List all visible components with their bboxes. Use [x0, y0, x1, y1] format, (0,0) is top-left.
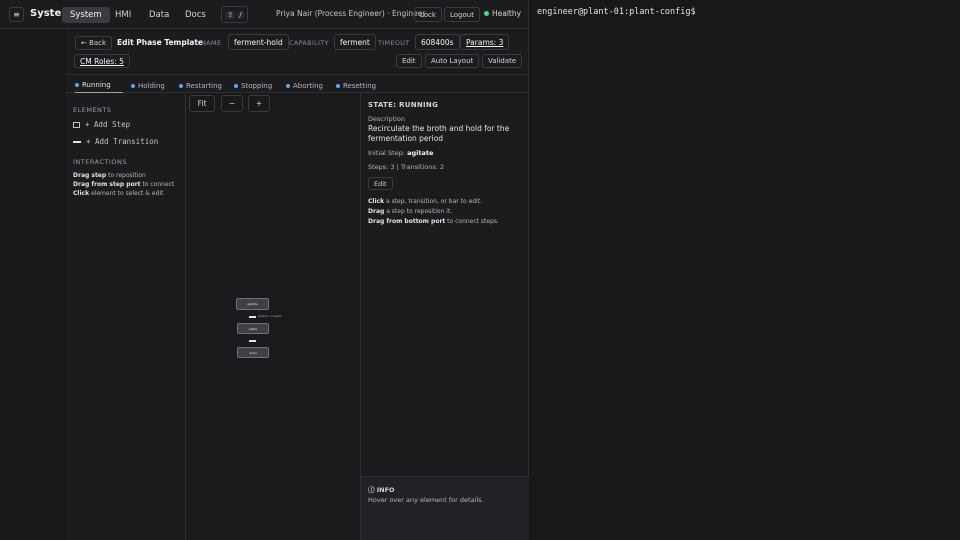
info-text: Hover over any element for details. — [368, 496, 484, 504]
transition-icon — [73, 140, 81, 143]
interaction-hint: Drag from step port to connect — [73, 181, 175, 188]
transition-bar[interactable] — [249, 340, 256, 342]
command-palette-shortcut[interactable]: ⇧ / — [221, 6, 248, 23]
auto-layout-button[interactable]: Auto Layout — [425, 54, 480, 68]
tab-holding[interactable]: Holding — [131, 78, 165, 93]
back-button[interactable]: ← Back — [75, 36, 113, 50]
terminal-prompt: engineer@plant-01:plant-config$ — [537, 7, 696, 17]
info-title: ⓘ INFO — [368, 486, 395, 494]
add-transition-label: + Add Transition — [86, 137, 159, 146]
add-step-button[interactable]: + Add Step — [73, 120, 130, 129]
restarting-dot-icon — [179, 83, 183, 88]
nav-tab-system[interactable]: System — [62, 7, 110, 23]
nav-tab-hmi[interactable]: HMI — [107, 7, 139, 23]
state-title: STATE: RUNNING — [368, 101, 439, 109]
holding-dot-icon — [131, 83, 135, 88]
phase-template-editor: ← Back Edit Phase Template NAME ferment-… — [66, 29, 529, 540]
tab-label: Resetting — [343, 81, 377, 90]
validate-button[interactable]: Validate — [482, 54, 523, 68]
tab-stopping[interactable]: Stopping — [234, 78, 272, 93]
running-dot-icon — [75, 83, 79, 87]
health-status: Healthy — [484, 9, 521, 18]
resetting-dot-icon — [336, 83, 340, 88]
interactions-heading: INTERACTIONS — [73, 158, 127, 166]
description-text: Recirculate the broth and hold for the f… — [368, 124, 510, 143]
lock-button[interactable]: Lock — [414, 7, 442, 22]
sfc-canvas[interactable]: Fit − + agitate agitation complete settl… — [186, 93, 360, 540]
timeout-label: TIMEOUT — [378, 39, 410, 47]
shift-key-icon: ⇧ — [225, 10, 236, 19]
timeout-field[interactable]: 608400s — [415, 34, 460, 50]
logout-button[interactable]: Logout — [444, 7, 480, 22]
capability-label: CAPABILITY — [289, 39, 329, 47]
interaction-hint: Click element to select & edit — [73, 190, 164, 197]
help-line: Click a step, transition, or bar to edit… — [368, 198, 483, 205]
zoom-in-button[interactable]: + — [248, 95, 270, 112]
help-line: Drag from bottom port to connect steps. — [368, 218, 499, 225]
state-tabs: Running Holding Restarting Stopping Abor… — [66, 75, 528, 93]
transition-label: agitation complete — [258, 315, 282, 318]
initial-step: Initial Step: agitate — [368, 149, 434, 157]
info-panel: ⓘ INFO Hover over any element for detail… — [361, 476, 529, 540]
slash-key: / — [237, 10, 244, 19]
cm-roles-link[interactable]: CM Roles: 5 — [74, 54, 130, 68]
edit-state-button[interactable]: Edit — [368, 177, 393, 190]
health-dot-icon — [484, 11, 489, 16]
transition-bar[interactable] — [249, 316, 256, 318]
tab-restarting[interactable]: Restarting — [179, 78, 222, 93]
tab-label: Holding — [138, 81, 165, 90]
editor-header: ← Back Edit Phase Template NAME ferment-… — [66, 29, 528, 75]
name-field[interactable]: ferment-hold — [228, 34, 289, 50]
user-label: Priya Nair (Process Engineer) · Engineer — [276, 9, 426, 18]
edit-button[interactable]: Edit — [396, 54, 422, 68]
tab-label: Running — [82, 81, 111, 89]
tab-label: Aborting — [293, 81, 323, 90]
step-transition-counts: Steps: 3 | Transitions: 2 — [368, 163, 445, 171]
tab-label: Restarting — [186, 81, 222, 90]
stopping-dot-icon — [234, 83, 238, 88]
fit-button[interactable]: Fit — [189, 95, 215, 112]
elements-heading: ELEMENTS — [73, 106, 112, 114]
params-link[interactable]: Params: 3 — [460, 34, 510, 50]
step-node-drain[interactable]: drain — [237, 347, 269, 358]
add-transition-button[interactable]: + Add Transition — [73, 137, 158, 146]
page-title: Edit Phase Template — [117, 38, 204, 47]
add-step-label: + Add Step — [85, 120, 131, 129]
menu-icon[interactable]: ≡ — [9, 7, 24, 22]
name-label: NAME — [201, 39, 222, 47]
initial-step-value: agitate — [407, 149, 434, 157]
description-label: Description — [368, 115, 406, 123]
properties-panel: STATE: RUNNING Description Recirculate t… — [360, 93, 529, 540]
aborting-dot-icon — [286, 83, 290, 88]
step-node-agitate[interactable]: agitate — [236, 298, 269, 310]
element-palette: ELEMENTS + Add Step + Add Transition INT… — [66, 93, 186, 540]
step-node-settle[interactable]: settle — [237, 323, 269, 334]
nav-tab-docs[interactable]: Docs — [177, 7, 214, 23]
health-label: Healthy — [492, 9, 522, 18]
terminal-panel[interactable]: engineer@plant-01:plant-config$ — [528, 0, 960, 540]
zoom-out-button[interactable]: − — [221, 95, 243, 112]
step-icon — [73, 121, 80, 128]
help-line: Drag a step to reposition it. — [368, 208, 453, 215]
top-bar: ≡ System System HMI Data Docs ⇧ / Priya … — [0, 0, 528, 29]
tab-label: Stopping — [241, 81, 273, 90]
tab-aborting[interactable]: Aborting — [286, 78, 323, 93]
nav-tab-data[interactable]: Data — [141, 7, 177, 23]
tab-resetting[interactable]: Resetting — [336, 78, 376, 93]
tab-running[interactable]: Running — [75, 78, 123, 93]
capability-field[interactable]: ferment — [334, 34, 376, 50]
interaction-hint: Drag step to reposition — [73, 172, 146, 179]
